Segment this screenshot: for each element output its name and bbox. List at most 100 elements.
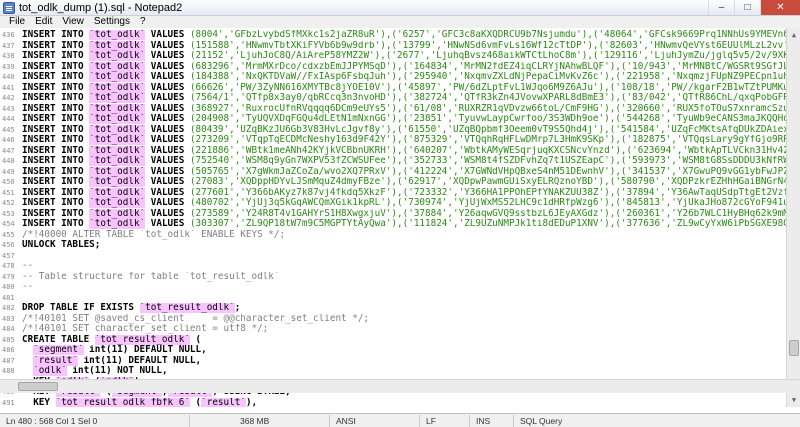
code-line[interactable]: 454 INSERT INTO `tot_odlk` VALUES (303307… <box>0 219 786 229</box>
close-button[interactable]: ✕ <box>760 0 800 15</box>
menu-edit[interactable]: Edit <box>30 16 57 28</box>
code-token: INSERT INTO <box>22 198 90 208</box>
code-token: `tot_result_odlk` <box>139 303 235 313</box>
code-line[interactable]: 491 KEY `tot_result_odlk_fbfk_6` (`resul… <box>0 397 786 407</box>
code-line[interactable]: 449 INSERT INTO `tot_odlk` VALUES (505765… <box>0 166 786 177</box>
line-code: INSERT INTO `tot_odlk` VALUES (80439','U… <box>22 124 786 135</box>
code-line[interactable]: 438 INSERT INTO `tot_odlk` VALUES (21152'… <box>0 51 786 61</box>
code-token: `tot_odlk` <box>89 166 146 177</box>
minimize-button[interactable]: – <box>708 0 734 15</box>
code-line[interactable]: 487 `result` int(11) DEFAULT NULL, <box>0 355 786 366</box>
code-token: INSERT INTO <box>22 156 90 166</box>
code-line[interactable]: 436 INSERT INTO `tot_odlk` VALUES (8004',… <box>0 30 786 40</box>
code-token: `tot_odlk` <box>89 93 146 103</box>
code-token: `tot_odlk` <box>89 135 146 145</box>
code-token: int(11) NOT NULL, <box>66 366 168 376</box>
code-token: INSERT INTO <box>22 177 90 187</box>
code-token: VALUES <box>145 61 190 72</box>
code-line[interactable]: 483 /*!40101 SET @saved_cs_client = @@cha… <box>0 314 786 324</box>
code-line[interactable]: 482 DROP TABLE IF EXISTS `tot_result_odlk… <box>0 303 786 313</box>
code-line[interactable]: 448 INSERT INTO `tot_odlk` VALUES (752540… <box>0 156 786 166</box>
code-token: -- <box>22 282 34 292</box>
code-line[interactable]: 488 `odlk` int(11) NOT NULL, <box>0 366 786 376</box>
code-token: VALUES <box>145 124 190 135</box>
line-number: 453 <box>2 209 15 218</box>
line-number: 487 <box>2 356 15 365</box>
code-line[interactable]: 442 INSERT INTO `tot_odlk` VALUES (7564/1… <box>0 93 786 103</box>
code-token: VALUES <box>145 208 190 219</box>
maximize-button[interactable]: □ <box>734 0 760 15</box>
line-code: `result` int(11) DEFAULT NULL, <box>22 355 786 366</box>
line-number: 449 <box>2 167 15 176</box>
code-token: (21152','LjuhJoC8Q/AiAreP58YMZ2W'),('267… <box>189 51 786 61</box>
code-line[interactable]: 439 INSERT INTO `tot_odlk` VALUES (683296… <box>0 61 786 72</box>
line-code: /*!40101 SET character_set_client = utf8… <box>22 324 786 334</box>
code-token: VALUES <box>145 93 190 103</box>
code-token: `tot_odlk` <box>89 208 146 219</box>
line-code: INSERT INTO `tot_odlk` VALUES (151588','… <box>22 40 786 51</box>
horizontal-scroll-thumb[interactable] <box>18 382 58 391</box>
code-line[interactable]: 447 INSERT INTO `tot_odlk` VALUES (221886… <box>0 145 786 156</box>
code-line[interactable]: 437 INSERT INTO `tot_odlk` VALUES (151588… <box>0 40 786 51</box>
code-line[interactable]: 479 -- Table structure for table `tot_res… <box>0 272 786 282</box>
code-line[interactable]: 446 INSERT INTO `tot_odlk` VALUES (273209… <box>0 135 786 145</box>
menu-file[interactable]: File <box>4 16 30 28</box>
code-line[interactable]: 478 -- <box>0 261 786 271</box>
menu-settings[interactable]: Settings <box>89 16 135 28</box>
horizontal-scrollbar[interactable] <box>0 379 800 393</box>
code-line[interactable]: 484 /*!40101 SET character_set_client = u… <box>0 324 786 334</box>
code-token: VALUES <box>145 166 190 177</box>
code-line[interactable]: 450 INSERT INTO `tot_odlk` VALUES (27083'… <box>0 177 786 187</box>
line-number: 454 <box>2 220 15 228</box>
code-token: `tot_odlk` <box>89 177 146 187</box>
code-line[interactable]: 451 INSERT INTO `tot_odlk` VALUES (277601… <box>0 187 786 198</box>
line-number: 479 <box>2 272 15 281</box>
code-editor[interactable]: 436 INSERT INTO `tot_odlk` VALUES (8004',… <box>0 28 800 407</box>
code-line[interactable]: 486 `segment` int(11) DEFAULT NULL, <box>0 345 786 355</box>
code-token: (221886','WBtk1meANh42KYjkVCBbnUKRH'),('… <box>189 145 786 156</box>
code-line[interactable]: 440 INSERT INTO `tot_odlk` VALUES (184388… <box>0 72 786 82</box>
code-token: INSERT INTO <box>22 61 90 72</box>
vertical-scrollbar[interactable]: ▲ ▼ <box>786 28 800 407</box>
scroll-down-arrow-icon[interactable]: ▼ <box>787 393 800 407</box>
code-token: VALUES <box>145 198 190 208</box>
menu-help[interactable]: ? <box>135 16 151 28</box>
code-line[interactable]: 455 /*!40000 ALTER TABLE `tot_odlk` ENABL… <box>0 230 786 240</box>
code-token: INSERT INTO <box>22 103 90 114</box>
code-token: VALUES <box>145 30 190 40</box>
code-line[interactable]: 445 INSERT INTO `tot_odlk` VALUES (80439'… <box>0 124 786 135</box>
vertical-scroll-thumb[interactable] <box>789 340 799 356</box>
line-number: 488 <box>2 367 15 375</box>
line-code: `odlk` int(11) NOT NULL, <box>22 366 786 376</box>
scroll-up-arrow-icon[interactable]: ▲ <box>787 28 800 42</box>
code-token: (184388','NxQKTDVaW//FxIAsp6FsbqJuh'),('… <box>189 72 786 82</box>
code-line[interactable]: 453 INSERT INTO `tot_odlk` VALUES (273589… <box>0 208 786 219</box>
line-code: UNLOCK TABLES; <box>22 240 786 250</box>
window-title: tot_odlk_dump (1).sql - Notepad2 <box>19 1 183 14</box>
line-code: `segment` int(11) DEFAULT NULL, <box>22 345 786 355</box>
code-token: -- <box>22 261 34 271</box>
line-number: 451 <box>2 188 15 197</box>
code-token: `tot_odlk` <box>89 103 146 114</box>
line-code: -- Table structure for table `tot_result… <box>22 272 786 282</box>
code-line[interactable]: 485 CREATE TABLE `tot_result_odlk` ( <box>0 334 786 345</box>
menu-view[interactable]: View <box>57 16 89 28</box>
code-line[interactable]: 457 <box>0 251 786 261</box>
code-token: VALUES <box>145 82 190 93</box>
code-line[interactable]: 444 INSERT INTO `tot_odlk` VALUES (204908… <box>0 114 786 124</box>
notepad-app-icon <box>3 1 15 14</box>
code-line[interactable]: 443 INSERT INTO `tot_odlk` VALUES (368927… <box>0 103 786 114</box>
line-code: INSERT INTO `tot_odlk` VALUES (204908','… <box>22 114 786 124</box>
code-token: INSERT INTO <box>22 30 90 40</box>
code-token: INSERT INTO <box>22 208 90 219</box>
code-line[interactable]: 441 INSERT INTO `tot_odlk` VALUES (66626'… <box>0 82 786 93</box>
code-token: INSERT INTO <box>22 145 90 156</box>
code-line[interactable]: 480 -- <box>0 282 786 292</box>
code-line[interactable]: 456 UNLOCK TABLES; <box>0 240 786 250</box>
code-token: INSERT INTO <box>22 93 90 103</box>
line-code: INSERT INTO `tot_odlk` VALUES (27083','X… <box>22 177 786 187</box>
code-line[interactable]: 452 INSERT INTO `tot_odlk` VALUES (480702… <box>0 198 786 208</box>
code-line[interactable]: 481 <box>0 293 786 303</box>
code-token: (273589','Y24R8T4v1GAHYrS1H8XwgxjuV'),('… <box>189 208 786 219</box>
